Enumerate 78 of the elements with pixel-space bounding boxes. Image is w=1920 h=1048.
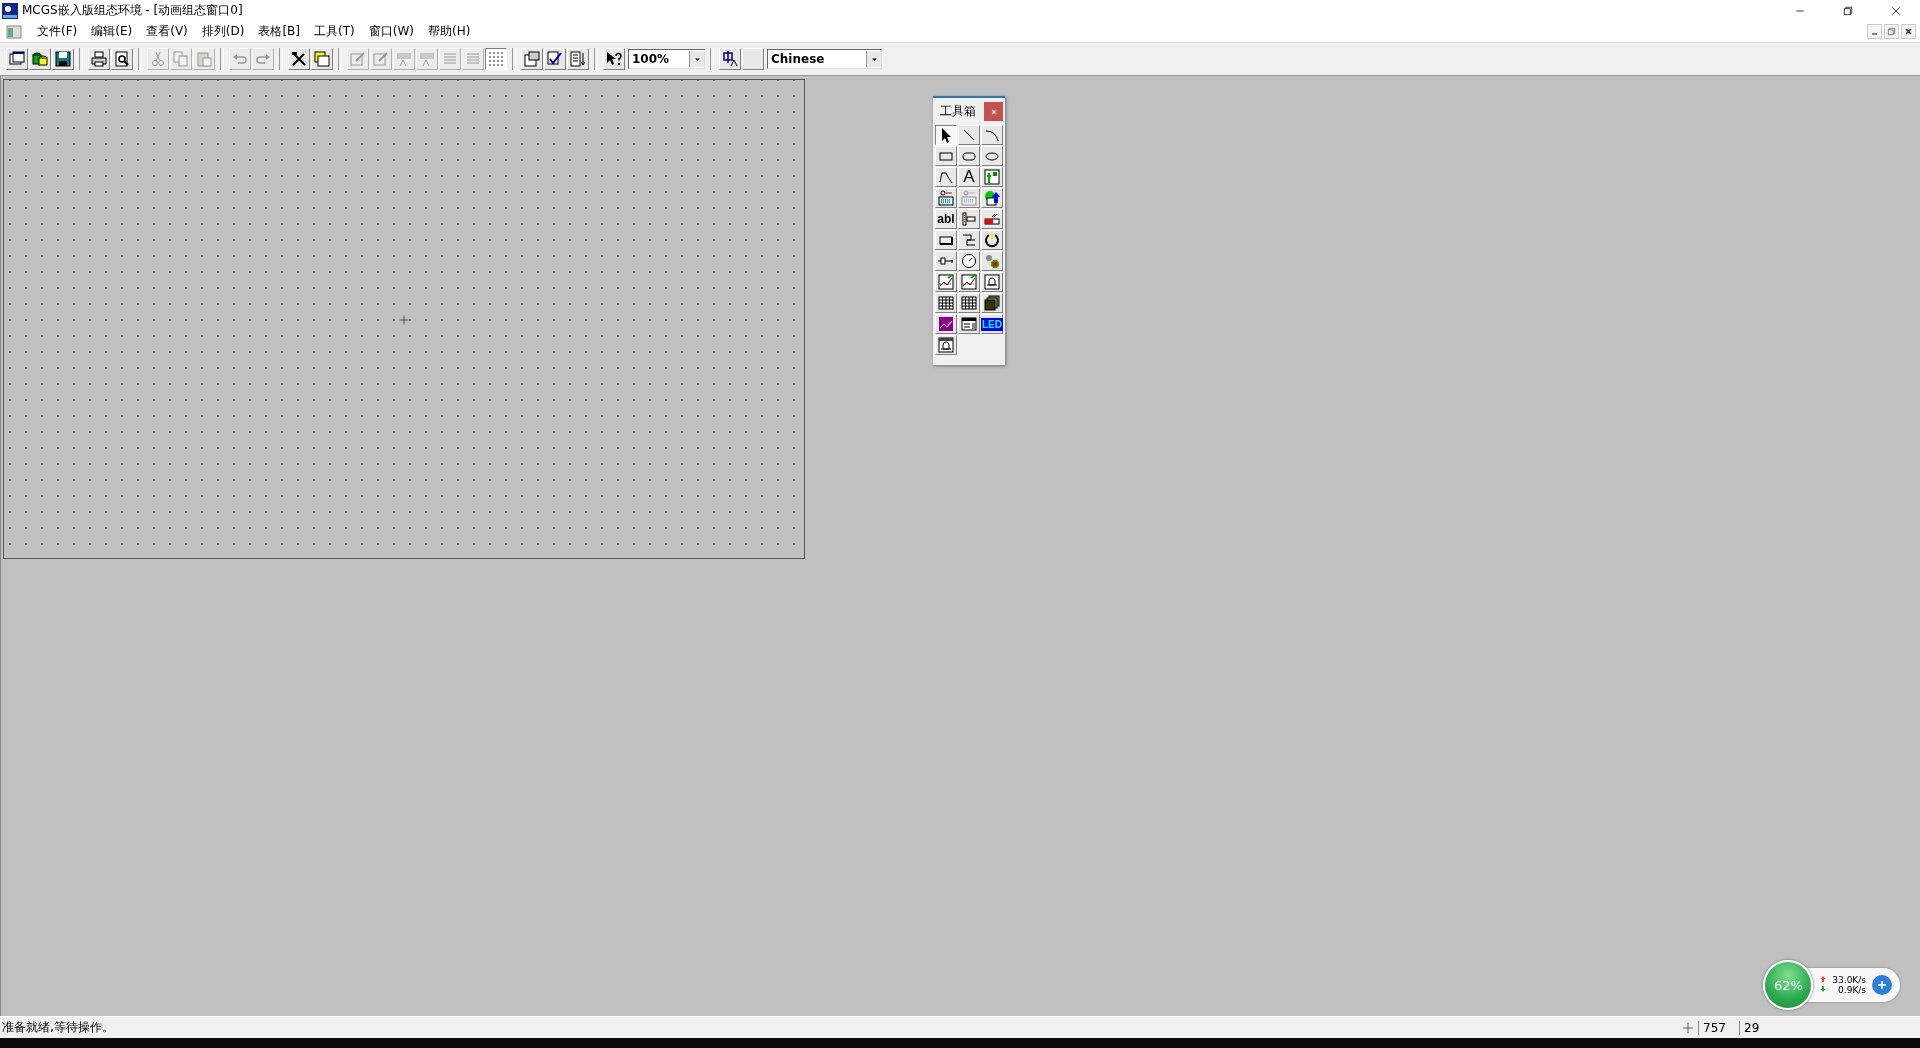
font-icon (396, 51, 412, 67)
bell-icon (938, 337, 954, 353)
window-title: MCGS嵌入版组态环境 - [动画组态窗口0] (22, 2, 244, 19)
table-icon (938, 295, 954, 311)
crosshair-icon (398, 314, 410, 326)
tool-button[interactable] (935, 125, 957, 145)
cursor-x: 757 (1698, 1020, 1739, 1035)
pen-icon (373, 51, 389, 67)
toolbox-title: 工具箱 (940, 103, 976, 120)
menu-item[interactable]: 帮助(H) (420, 23, 478, 40)
database-icon (32, 51, 48, 67)
dropdown[interactable]: 100% (628, 49, 705, 69)
menu-item[interactable]: 工具(T) (307, 23, 362, 40)
status-message: 准备就绪,等待操作。 (1, 1019, 115, 1036)
download-arrow-icon (1819, 985, 1828, 993)
shape-arrow-icon (984, 190, 1000, 206)
line-chart-icon (938, 274, 954, 290)
dot-grid-icon (488, 51, 504, 67)
tool-button[interactable]: A (958, 167, 980, 187)
printer-icon (91, 51, 107, 67)
document-icon (6, 23, 22, 40)
font-icon (419, 51, 435, 67)
menu-item[interactable]: 查看(V) (139, 23, 195, 40)
restore-icon[interactable] (1842, 4, 1854, 17)
switch-icon (961, 232, 977, 248)
charset-icon (722, 51, 738, 67)
picture-icon (984, 169, 1000, 185)
minimize-icon[interactable] (1867, 24, 1882, 39)
slider-icon (961, 211, 977, 227)
keyboard-icon (938, 190, 954, 206)
copy-icon (173, 51, 189, 67)
form-icon (961, 316, 977, 332)
menu-item[interactable]: 文件(F) (30, 23, 85, 40)
menu-item[interactable]: 窗口(W) (361, 23, 421, 40)
checkmark-icon (547, 51, 563, 67)
line-chart-icon (961, 274, 977, 290)
properties-icon (524, 51, 540, 67)
polygon-icon (938, 169, 954, 185)
download-speed: 0.9K/s (1838, 985, 1866, 995)
scissors-icon (150, 51, 166, 67)
crosshair-icon (1682, 1021, 1694, 1034)
plus-icon (1876, 979, 1888, 991)
clipboard-icon (196, 51, 212, 67)
sorted-list-icon (570, 51, 586, 67)
dropdown[interactable]: Chinese (767, 49, 882, 69)
close-icon[interactable] (1890, 4, 1902, 17)
frame-icon (314, 51, 330, 67)
keyboard-icon (961, 190, 977, 206)
help-pointer-icon (606, 51, 622, 67)
table-icon (961, 295, 977, 311)
close-icon[interactable] (1901, 24, 1916, 39)
undo-arrow-icon (232, 51, 248, 67)
pen-icon (350, 51, 366, 67)
menu-item[interactable]: 表格[B] (251, 23, 307, 40)
lines-icon (465, 51, 481, 67)
rotate-icon (984, 232, 1000, 248)
menu-item[interactable]: 排列(D) (194, 23, 252, 40)
arc-icon (984, 127, 1000, 143)
cursor-y: 29 (1739, 1020, 1780, 1035)
indicator-lamp-icon (984, 253, 1000, 269)
stacked-disks-icon (984, 295, 1000, 311)
close-button[interactable] (984, 102, 1003, 121)
window-icon (9, 51, 25, 67)
add-button[interactable] (1872, 975, 1892, 995)
redo-arrow-icon (255, 51, 271, 67)
bell-icon (984, 274, 1000, 290)
dial-icon (961, 253, 977, 269)
magnifier-page-icon (114, 51, 130, 67)
design-canvas[interactable] (3, 79, 805, 559)
tool-button[interactable]: abl (935, 209, 957, 229)
line-icon (961, 127, 977, 143)
lines-icon (442, 51, 458, 67)
upload-speed: 33.0K/s (1832, 975, 1866, 985)
trend-chart-icon (938, 316, 954, 332)
upload-arrow-icon (1819, 975, 1828, 983)
tool-button[interactable]: LED (981, 314, 1003, 334)
menu-item[interactable]: 编辑(E) (84, 23, 140, 40)
bar-icon (984, 211, 1000, 227)
